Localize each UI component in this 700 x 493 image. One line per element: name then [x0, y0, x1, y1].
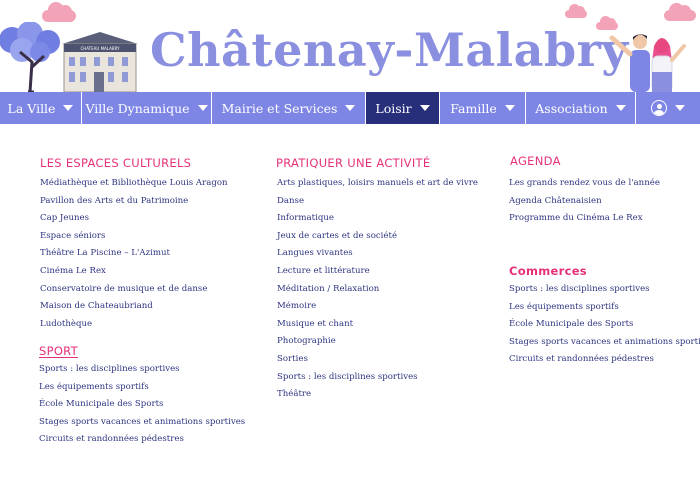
- menu-link[interactable]: École Municipale des Sports: [509, 316, 700, 334]
- nav-item-la-ville[interactable]: La Ville: [0, 92, 82, 124]
- nav-item-label: Mairie et Services: [221, 100, 338, 116]
- menu-link[interactable]: Sports : les disciplines sportives: [39, 361, 245, 379]
- menu-link[interactable]: Méditation / Relaxation: [277, 281, 478, 299]
- menu-link[interactable]: Agenda Châtenaisien: [509, 193, 660, 211]
- section-heading: PRATIQUER UNE ACTIVITÉ: [276, 156, 431, 170]
- menu-link[interactable]: Programme du Cinéma Le Rex: [509, 210, 660, 228]
- espaces-culturels-section: LES ESPACES CULTURELS: [40, 156, 191, 170]
- nav-item-label: Famille: [450, 100, 497, 116]
- agenda-section: AGENDA: [510, 154, 561, 168]
- site-title[interactable]: Châtenay-Malabry: [150, 22, 629, 78]
- menu-link[interactable]: Les équipements sportifs: [39, 379, 245, 397]
- nav-item-label: Loisir: [375, 100, 412, 116]
- menu-link[interactable]: Ludothèque: [40, 316, 228, 334]
- menu-link[interactable]: Stages sports vacances et animations spo…: [509, 334, 700, 352]
- menu-link[interactable]: Sorties: [277, 351, 478, 369]
- nav-item-famille[interactable]: Famille: [440, 92, 526, 124]
- castle-sign: CHATEAU MALABRY: [80, 46, 120, 51]
- cloud-decoration: [42, 2, 76, 22]
- section-heading: LES ESPACES CULTURELS: [40, 156, 192, 170]
- menu-link[interactable]: Cinéma Le Rex: [40, 263, 228, 281]
- nav-item-label: Association: [535, 100, 608, 116]
- menu-link[interactable]: Médiathèque et Bibliothèque Louis Aragon: [40, 175, 228, 193]
- menu-link[interactable]: Les grands rendez vous de l'année: [509, 175, 660, 193]
- chevron-down-icon: [675, 105, 685, 111]
- menu-link[interactable]: Informatique: [277, 210, 478, 228]
- site-header: CHATEAU MALABRY Châtenay-Malabry: [0, 0, 700, 92]
- section-heading: AGENDA: [510, 154, 561, 168]
- menu-link[interactable]: Sports : les disciplines sportives: [277, 369, 478, 387]
- menu-link[interactable]: Maison de Chateaubriand: [40, 298, 228, 316]
- activite-section: PRATIQUER UNE ACTIVITÉ: [276, 156, 430, 170]
- menu-link[interactable]: Sports : les disciplines sportives: [509, 281, 700, 299]
- chevron-down-icon: [197, 105, 208, 111]
- menu-link[interactable]: Cap Jeunes: [40, 210, 228, 228]
- agenda-links: Les grands rendez vous de l'année Agenda …: [509, 175, 660, 228]
- nav-item-loisir[interactable]: Loisir: [366, 92, 440, 124]
- chevron-down-icon: [615, 105, 626, 111]
- menu-link[interactable]: École Municipale des Sports: [39, 396, 245, 414]
- commerces-links: Sports : les disciplines sportives Les éq…: [509, 281, 700, 369]
- menu-link[interactable]: Conservatoire de musique et de danse: [40, 281, 228, 299]
- menu-link[interactable]: Théâtre: [277, 386, 478, 404]
- menu-link[interactable]: Espace séniors: [40, 228, 228, 246]
- espaces-culturels-links: Médiathèque et Bibliothèque Louis Aragon…: [40, 175, 228, 333]
- activite-links: Arts plastiques, loisirs manuels et art …: [277, 175, 478, 404]
- nav-item-ville-dynamique[interactable]: Ville Dynamique: [82, 92, 212, 124]
- menu-link[interactable]: Lecture et littérature: [277, 263, 478, 281]
- menu-link[interactable]: Stages sports vacances et animations spo…: [39, 414, 245, 432]
- user-circle-icon: [651, 100, 667, 116]
- main-nav: La Ville Ville Dynamique Mairie et Servi…: [0, 92, 700, 124]
- people-illustration: [609, 34, 686, 92]
- cloud-decoration: [664, 3, 696, 21]
- menu-link[interactable]: Danse: [277, 193, 478, 211]
- menu-link[interactable]: Circuits et randonnées pédestres: [39, 431, 245, 449]
- nav-item-mairie-et-services[interactable]: Mairie et Services: [212, 92, 366, 124]
- nav-item-label: Ville Dynamique: [85, 100, 190, 116]
- chevron-down-icon: [345, 105, 356, 111]
- chevron-down-icon: [63, 105, 74, 111]
- nav-user-menu[interactable]: [636, 92, 700, 124]
- menu-link[interactable]: Les équipements sportifs: [509, 299, 700, 317]
- sport-links: Sports : les disciplines sportives Les éq…: [39, 361, 245, 449]
- sport-section: SPORT: [39, 344, 78, 358]
- menu-link[interactable]: Langues vivantes: [277, 245, 478, 263]
- menu-link[interactable]: Mémoire: [277, 298, 478, 316]
- cloud-decoration: [565, 4, 587, 18]
- chevron-down-icon: [419, 105, 430, 111]
- castle-illustration: CHATEAU MALABRY: [62, 32, 138, 92]
- menu-link[interactable]: Musique et chant: [277, 316, 478, 334]
- chevron-down-icon: [504, 105, 515, 111]
- nav-item-label: La Ville: [7, 100, 56, 116]
- menu-link[interactable]: Arts plastiques, loisirs manuels et art …: [277, 175, 478, 193]
- menu-link[interactable]: Théâtre La Piscine – L'Azimut: [40, 245, 228, 263]
- menu-link[interactable]: Pavillon des Arts et du Patrimoine: [40, 193, 228, 211]
- menu-link[interactable]: Jeux de cartes et de société: [277, 228, 478, 246]
- section-heading: Commerces: [509, 264, 587, 278]
- menu-link[interactable]: Circuits et randonnées pédestres: [509, 351, 700, 369]
- nav-item-association[interactable]: Association: [526, 92, 636, 124]
- section-heading[interactable]: SPORT: [39, 344, 78, 358]
- menu-link[interactable]: Photographie: [277, 333, 478, 351]
- commerces-section: Commerces: [509, 264, 587, 278]
